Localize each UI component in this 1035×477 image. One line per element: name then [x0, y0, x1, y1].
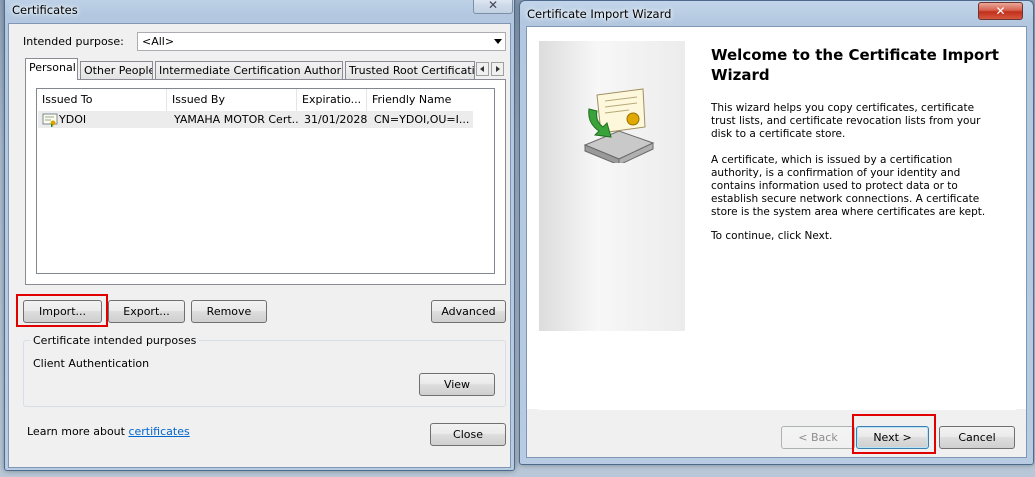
- cell-expiration: 31/01/2028: [304, 113, 368, 126]
- tab-scroll-right[interactable]: [491, 62, 504, 76]
- wizard-paragraph-1: This wizard helps you copy certificates,…: [711, 102, 981, 140]
- import-wizard-client-area: Welcome to the Certificate Import Wizard…: [526, 26, 1027, 458]
- certificate-import-icon: [583, 88, 655, 163]
- column-issued-by[interactable]: Issued By: [167, 89, 297, 111]
- cell-issued-by: YAMAHA MOTOR Cert...: [174, 113, 298, 126]
- certificates-window-title: Certificates: [12, 3, 78, 17]
- certificates-window: Certificates ✕ Intended purpose: <All> P…: [4, 0, 515, 471]
- cancel-button[interactable]: Cancel: [939, 426, 1015, 449]
- chevron-down-icon: [494, 39, 502, 44]
- tab-intermediate-ca-label: Intermediate Certification Authorities: [159, 64, 342, 77]
- tab-panel-personal: Issued To Issued By Expiratio... Friendl…: [25, 79, 506, 285]
- advanced-button[interactable]: Advanced: [431, 300, 506, 323]
- back-button[interactable]: < Back: [781, 426, 855, 449]
- wizard-paragraph-2: A certificate, which is issued by a cert…: [711, 154, 986, 218]
- close-button[interactable]: Close: [430, 423, 506, 446]
- cell-issued-to: YDOI: [59, 113, 87, 126]
- tab-other-people[interactable]: Other People: [80, 61, 153, 80]
- certificate-list-header: Issued To Issued By Expiratio... Friendl…: [37, 89, 494, 111]
- close-icon: ✕: [487, 0, 499, 12]
- certificates-link[interactable]: certificates: [128, 425, 189, 438]
- intended-purpose-label: Intended purpose:: [23, 35, 124, 48]
- cell-friendly-name: CN=YDOI,OU=I...: [374, 113, 470, 126]
- tab-personal[interactable]: Personal: [25, 58, 78, 80]
- chevron-right-icon: [496, 66, 500, 72]
- wizard-heading: Welcome to the Certificate Import Wizard: [711, 46, 999, 84]
- intended-purposes-value: Client Authentication: [33, 357, 150, 370]
- tab-scroll-left[interactable]: [476, 62, 489, 76]
- certificates-close-button[interactable]: ✕: [473, 0, 513, 14]
- certificates-client-area: Intended purpose: <All> Personal Other P…: [8, 23, 511, 468]
- export-button[interactable]: Export...: [108, 300, 185, 323]
- table-row[interactable]: YDOI YAMAHA MOTOR Cert... 31/01/2028 CN=…: [38, 111, 473, 128]
- close-icon: ✕: [995, 4, 1006, 18]
- learn-more-label: Learn more about: [27, 425, 125, 438]
- tab-trusted-root[interactable]: Trusted Root Certification: [345, 61, 475, 80]
- intended-purposes-group-title: Certificate intended purposes: [30, 334, 200, 347]
- chevron-left-icon: [480, 66, 484, 72]
- wizard-paragraph-3: To continue, click Next.: [711, 230, 833, 242]
- certificate-list[interactable]: Issued To Issued By Expiratio... Friendl…: [36, 88, 495, 274]
- tab-intermediate-ca[interactable]: Intermediate Certification Authorities: [155, 61, 343, 80]
- column-friendly-name[interactable]: Friendly Name: [367, 89, 495, 111]
- intended-purpose-value: <All>: [142, 35, 175, 48]
- tab-trusted-root-label: Trusted Root Certification: [349, 64, 475, 77]
- learn-more-text: Learn more about certificates: [27, 425, 190, 438]
- intended-purpose-select[interactable]: <All>: [137, 32, 506, 51]
- wizard-side-panel: [539, 41, 685, 331]
- tab-other-people-label: Other People: [84, 64, 153, 77]
- remove-button[interactable]: Remove: [191, 300, 267, 323]
- column-expiration[interactable]: Expiratio...: [297, 89, 367, 111]
- tab-personal-label: Personal: [29, 61, 76, 74]
- import-wizard-title: Certificate Import Wizard: [527, 7, 672, 21]
- import-wizard-close-button[interactable]: ✕: [978, 2, 1023, 20]
- import-wizard-window: Certificate Import Wizard ✕ Welcome to t…: [519, 0, 1034, 465]
- certificate-icon: [42, 113, 58, 127]
- view-button[interactable]: View: [419, 373, 495, 396]
- column-issued-to[interactable]: Issued To: [37, 89, 167, 111]
- import-highlight-box: [16, 294, 108, 327]
- next-highlight-box: [852, 414, 936, 454]
- wizard-separator: [538, 409, 1016, 410]
